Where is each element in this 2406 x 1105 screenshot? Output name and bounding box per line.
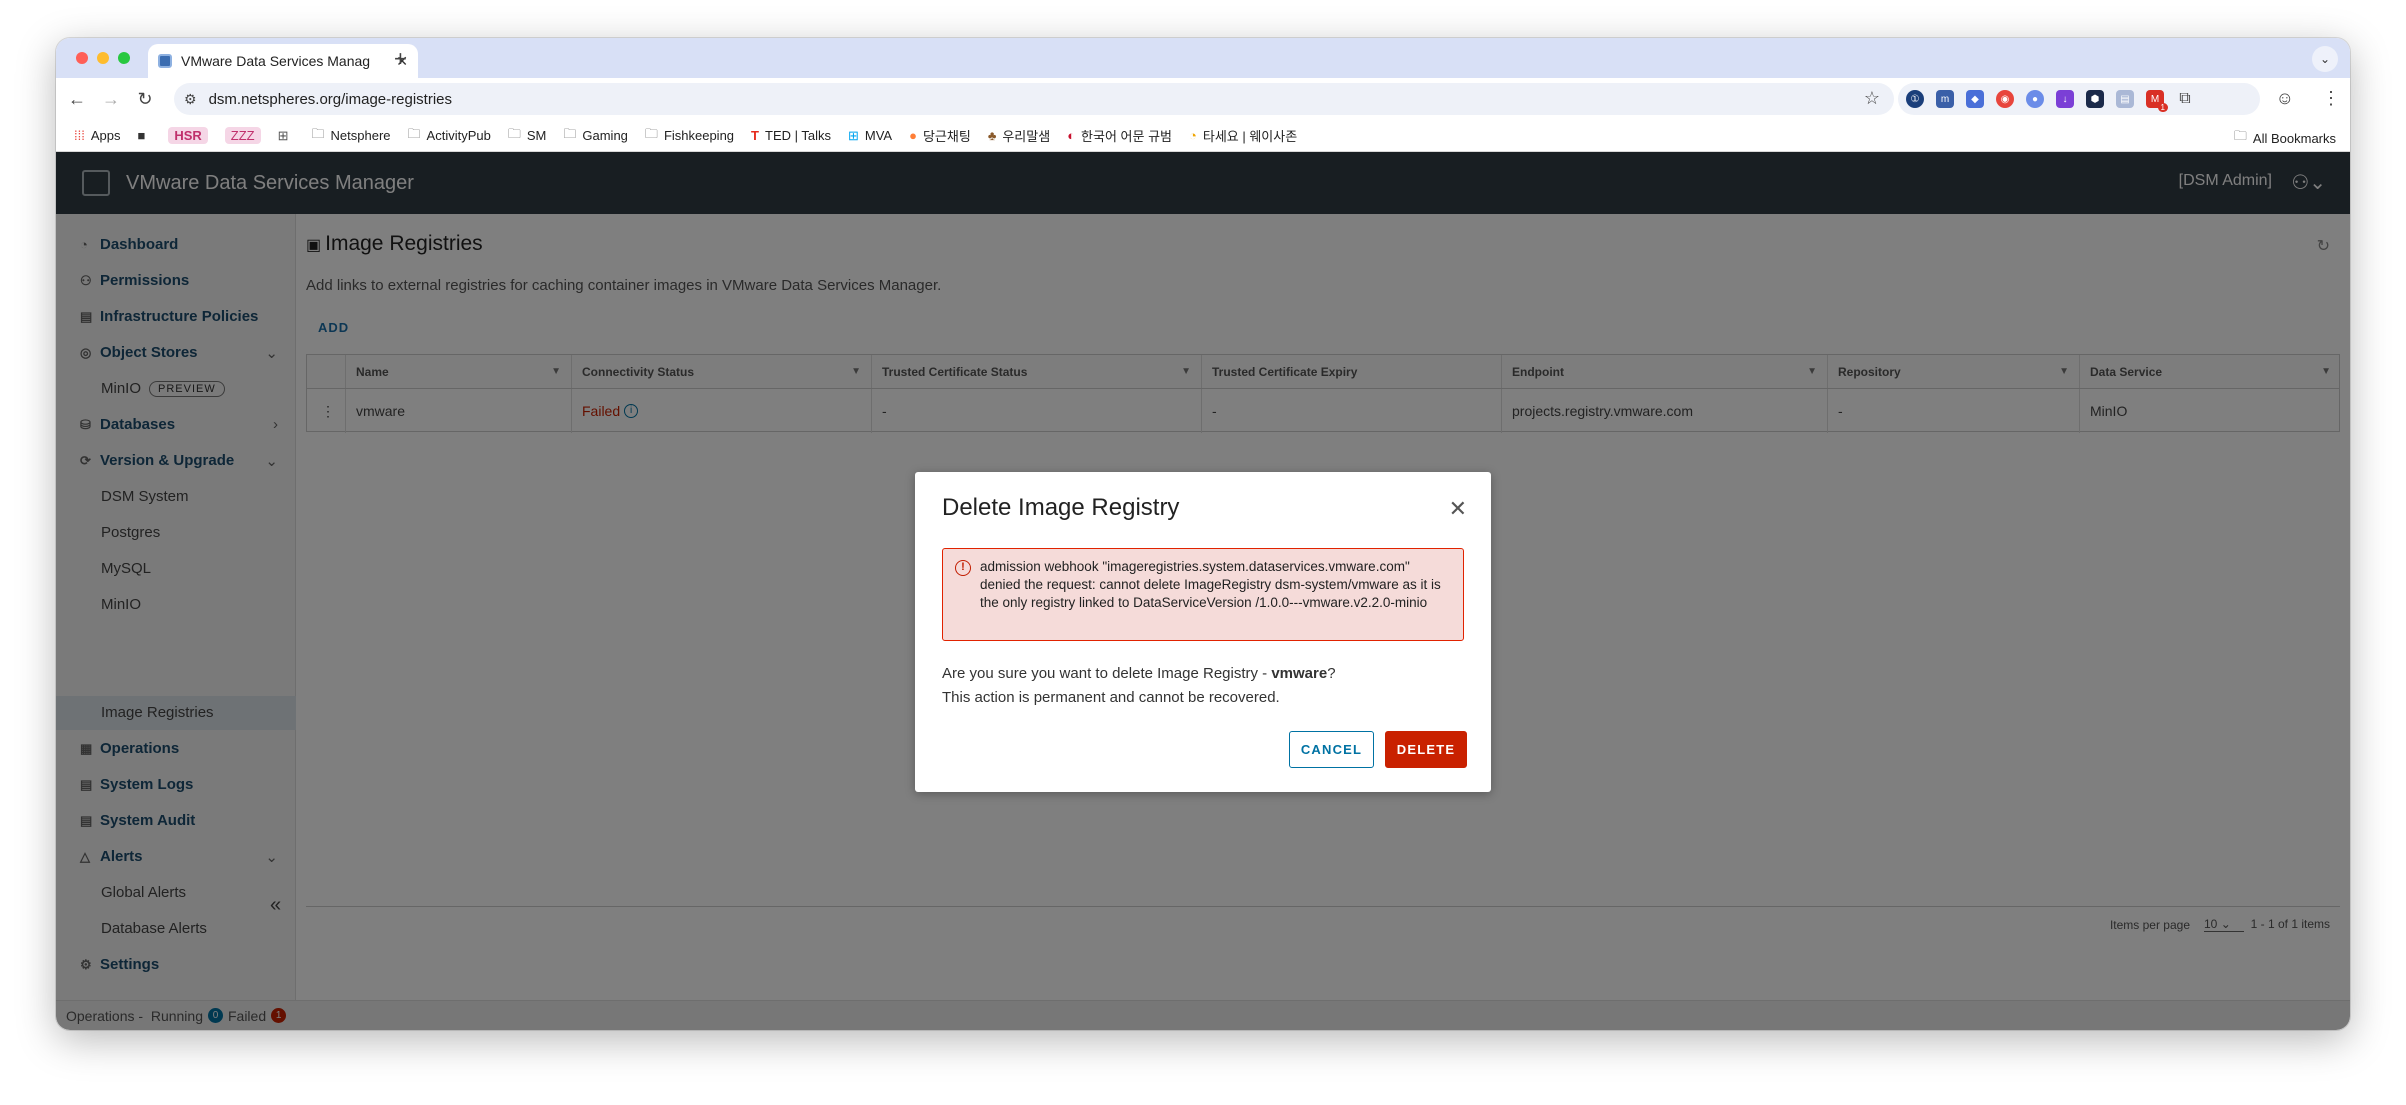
bookmark-grid[interactable]: ⊞ (278, 128, 295, 144)
bookmark-korean-rules[interactable]: ◐ 한국어 어문 규범 (1067, 126, 1172, 145)
browser-tab[interactable]: VMware Data Services Manag ✕ (148, 44, 418, 78)
folder-icon: 🗀 (311, 125, 325, 141)
shield-extension-icon[interactable]: ◆ (1966, 90, 1984, 108)
minimize-window-button[interactable] (97, 52, 109, 64)
url-text: dsm.netspheres.org/image-registries (208, 90, 452, 108)
bookmark-apps[interactable]: ⁞⁞⁞ Apps (74, 128, 120, 143)
new-tab-icon[interactable]: + (394, 46, 407, 72)
bookmark-hsr[interactable]: HSR (168, 127, 208, 144)
microsoft-icon: ⊞ (847, 127, 859, 143)
ted-icon: T (751, 128, 759, 143)
question-text: Are you sure you want to delete Image Re… (942, 665, 1272, 682)
question-mark: ? (1327, 665, 1336, 682)
bookmark-gaming[interactable]: 🗀 Gaming (563, 125, 628, 147)
download-extension-icon[interactable]: ↓ (2056, 90, 2074, 108)
folder-icon: 🗀 (644, 125, 658, 141)
bookmarks-bar: ⁞⁞⁞ Apps ■ HSR ZZZ ⊞ 🗀 Netsphere 🗀 Activity… (56, 120, 2350, 152)
back-icon[interactable]: ← (60, 89, 94, 110)
error-icon: ! (955, 560, 971, 576)
chrome-extension-icon[interactable]: ◉ (1996, 90, 2014, 108)
bookmark-label: 당근채팅 (922, 129, 971, 144)
maximize-window-button[interactable] (118, 52, 130, 64)
cancel-button[interactable]: CANCEL (1289, 731, 1374, 768)
carrot-icon: ● (909, 128, 917, 143)
bookmark-label: Apps (90, 128, 121, 143)
profile-icon[interactable]: ☺ (2276, 88, 2294, 109)
bookmark-taseyo[interactable]: ◔ 타세요 | 웨이사존 (1189, 126, 1297, 145)
square-icon: ■ (137, 128, 146, 143)
bookmark-mva[interactable]: ⊞ MVA (848, 128, 892, 144)
bookmark-fishkeeping[interactable]: 🗀 Fishkeeping (645, 125, 734, 147)
bookmark-urimalsaem[interactable]: ♣ 우리말샘 (988, 126, 1050, 145)
hex-extension-icon[interactable]: ⬢ (2086, 90, 2104, 108)
tab-strip: VMware Data Services Manag ✕ + ⌄ (56, 38, 2350, 78)
bookmark-activitypub[interactable]: 🗀 ActivityPub (408, 125, 491, 147)
taseyo-icon: ◔ (1189, 128, 1197, 143)
app-root: VMware Data Services Manager [DSM Admin]… (56, 152, 2350, 1030)
browser-toolbar: ← → ↻ ⚙ dsm.netspheres.org/image-registr… (56, 78, 2350, 120)
gmail-extension-icon[interactable]: M1 (2146, 90, 2168, 112)
bookmark-label: 한국어 어문 규범 (1081, 129, 1172, 144)
tab-title: VMware Data Services Manag (181, 53, 371, 69)
bookmark-label: TED | Talks (765, 128, 831, 143)
permanent-warning: This action is permanent and cannot be r… (942, 689, 1280, 706)
folder-icon: 🗀 (563, 125, 577, 141)
window-controls (76, 52, 130, 64)
bookmark-square[interactable]: ■ (137, 128, 151, 143)
delete-registry-dialog: Delete Image Registry ✕ ! admission webh… (915, 472, 1491, 792)
close-window-button[interactable] (76, 52, 88, 64)
bookmark-label: Gaming (582, 128, 628, 143)
folder-icon: 🗀 (2233, 128, 2247, 143)
close-icon[interactable]: ✕ (1449, 496, 1467, 522)
bookmark-label: ActivityPub (426, 128, 491, 143)
site-info-icon[interactable]: ⚙ (184, 91, 197, 108)
gmail-badge: 1 (2157, 103, 2168, 112)
bookmark-label: Netsphere (330, 128, 391, 143)
globe-extension-icon[interactable]: ● (2026, 90, 2044, 108)
forward-icon[interactable]: → (94, 89, 128, 110)
bookmark-label: 우리말샘 (1002, 129, 1051, 144)
confirm-question: Are you sure you want to delete Image Re… (942, 662, 1336, 686)
bookmark-label: MVA (864, 128, 893, 143)
error-alert: ! admission webhook "imageregistries.sys… (942, 548, 1464, 641)
translate-extension-icon[interactable]: m (1936, 90, 1954, 108)
bookmark-label: HSR (168, 127, 208, 144)
reload-icon[interactable]: ↻ (128, 89, 162, 110)
taegeuk-icon: ◐ (1067, 128, 1076, 143)
address-bar[interactable]: ⚙ dsm.netspheres.org/image-registries ☆ (174, 83, 1894, 115)
extensions-area: ① m ◆ ◉ ● ↓ ⬢ ▤ M1 ⧉ (1898, 83, 2260, 115)
password-manager-icon[interactable]: ① (1906, 90, 1924, 108)
folder-icon: 🗀 (407, 125, 421, 141)
bookmark-label: ZZZ (224, 127, 261, 144)
delete-button[interactable]: DELETE (1385, 731, 1467, 768)
dialog-title: Delete Image Registry (942, 494, 1180, 521)
grid-icon: ⊞ (277, 127, 289, 143)
bookmark-netsphere[interactable]: 🗀 Netsphere (312, 125, 391, 147)
apps-grid-icon: ⁞⁞⁞ (74, 128, 85, 143)
bookmark-zzz[interactable]: ZZZ (224, 127, 261, 144)
all-bookmarks-label: All Bookmarks (2252, 130, 2336, 146)
folder-icon: 🗀 (507, 125, 521, 141)
bookmark-label: 타세요 | 웨이사존 (1202, 129, 1298, 144)
error-alert-text: admission webhook "imageregistries.syste… (980, 559, 1441, 610)
bookmark-karrot[interactable]: ● 당근채팅 (909, 126, 971, 145)
bookmark-star-icon[interactable]: ☆ (1864, 88, 1880, 109)
bookmark-sm[interactable]: 🗀 SM (508, 125, 547, 147)
bookmark-ted[interactable]: T TED | Talks (751, 128, 831, 143)
site-favicon-icon (158, 54, 172, 68)
registry-name: vmware (1271, 665, 1328, 682)
puzzle-extensions-icon[interactable]: ⧉ (2176, 90, 2194, 108)
confirm-message: Are you sure you want to delete Image Re… (942, 662, 1336, 710)
page-extension-icon[interactable]: ▤ (2116, 90, 2134, 108)
bookmark-label: Fishkeeping (663, 128, 735, 143)
dictionary-icon: ♣ (987, 128, 997, 143)
all-bookmarks[interactable]: 🗀 All Bookmarks (2234, 127, 2336, 149)
browser-menu-icon[interactable]: ⋮ (2322, 88, 2340, 109)
browser-window: VMware Data Services Manag ✕ + ⌄ ← → ↻ ⚙… (56, 38, 2350, 1030)
bookmark-label: SM (526, 128, 547, 143)
tab-search-icon[interactable]: ⌄ (2312, 46, 2338, 72)
